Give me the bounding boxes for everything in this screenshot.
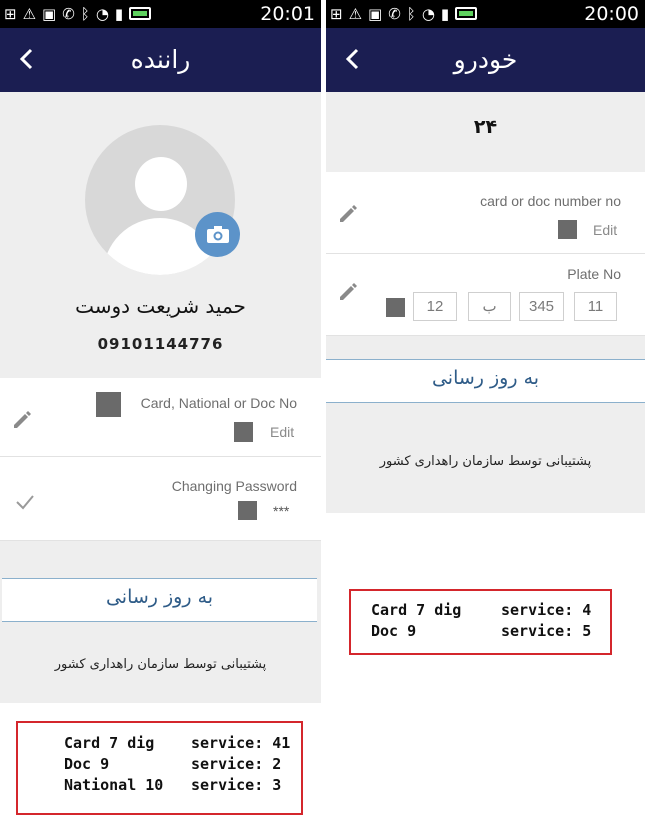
update-button[interactable]: به روز رسانی bbox=[2, 578, 317, 622]
plate-field-1[interactable]: 11 bbox=[574, 292, 617, 321]
edit-pencil-icon[interactable] bbox=[337, 202, 359, 224]
note-left: National 10 bbox=[64, 776, 164, 794]
plate-row-label: Plate No bbox=[567, 266, 621, 282]
note-left: Card 7 dig bbox=[371, 601, 462, 619]
note-left: Doc 9 bbox=[64, 755, 110, 773]
card-doc-row[interactable]: card or doc number no Edit bbox=[326, 172, 645, 254]
vehicle-header: ۲۴ bbox=[326, 92, 645, 172]
footer-area: به روز رسانی پشتیبانی توسط سازمان راهدار… bbox=[326, 336, 645, 513]
plate-row[interactable]: Plate No 12 ب 345 11 bbox=[326, 254, 645, 336]
wifi-icon: ◔ bbox=[421, 5, 435, 23]
support-text: پشتیبانی توسط سازمان راهداری کشور bbox=[54, 657, 267, 672]
camera-icon bbox=[206, 225, 229, 243]
note-right: service: 3 bbox=[191, 776, 282, 794]
phone-icon: ✆ bbox=[62, 5, 75, 23]
note-right: service: 41 bbox=[191, 734, 291, 752]
status-icons: ⊞ ⚠ ▣ ✆ ᛒ ◔ ▮ bbox=[4, 5, 152, 23]
bluetooth-icon: ᛒ bbox=[80, 5, 90, 23]
driver-screen: ⊞ ⚠ ▣ ✆ ᛒ ◔ ▮ 20:01 راننده حمید شریعت دو… bbox=[0, 0, 321, 833]
update-button[interactable]: به روز رسانی bbox=[326, 359, 645, 403]
plus-icon: ⊞ bbox=[4, 5, 17, 23]
update-label: به روز رسانی bbox=[105, 586, 214, 608]
plate-field-2[interactable]: 345 bbox=[519, 292, 564, 321]
masked-value bbox=[234, 422, 253, 442]
chevron-left-icon bbox=[345, 48, 359, 70]
footer-area: به روز رسانی پشتیبانی توسط سازمان راهدار… bbox=[0, 541, 321, 703]
driver-phone: 09101144776 bbox=[97, 335, 224, 353]
page-title: خودرو bbox=[453, 45, 518, 74]
plus-icon: ⊞ bbox=[330, 5, 343, 23]
bluetooth-icon: ᛒ bbox=[406, 5, 416, 23]
update-label: به روز رسانی bbox=[431, 367, 540, 389]
toolbar: خودرو bbox=[326, 28, 645, 92]
card-row-label: Card, National or Doc No bbox=[140, 395, 297, 411]
note-left: Card 7 dig bbox=[64, 734, 155, 752]
chevron-left-icon bbox=[19, 48, 33, 70]
annotation-box: Card 7 dig service: 41 Doc 9 service: 2 … bbox=[16, 721, 303, 815]
password-row[interactable]: Changing Password *** bbox=[0, 457, 321, 541]
plate-field-3[interactable]: ب bbox=[468, 292, 511, 321]
edit-pencil-icon[interactable] bbox=[337, 280, 359, 302]
edit-pencil-icon[interactable] bbox=[11, 408, 33, 430]
vehicle-screen: ⊞ ⚠ ▣ ✆ ᛒ ◔ ▮ 20:00 خودرو ۲۴ card or doc… bbox=[326, 0, 645, 833]
back-button[interactable] bbox=[338, 42, 366, 76]
image-icon: ▣ bbox=[368, 5, 383, 23]
avatar-head bbox=[135, 157, 187, 211]
status-bar: ⊞ ⚠ ▣ ✆ ᛒ ◔ ▮ 20:01 bbox=[0, 0, 321, 28]
battery-icon bbox=[129, 7, 152, 20]
edit-link[interactable]: Edit bbox=[270, 424, 294, 440]
support-text: پشتیبانی توسط سازمان راهداری کشور bbox=[379, 454, 592, 469]
page-title: راننده bbox=[130, 45, 191, 74]
vehicle-number: ۲۴ bbox=[473, 116, 498, 138]
signal-icon: ▮ bbox=[114, 5, 124, 23]
check-icon bbox=[16, 495, 34, 510]
status-time: 20:01 bbox=[260, 3, 315, 25]
profile-header: حمید شریعت دوست 09101144776 bbox=[0, 92, 321, 378]
toolbar: راننده bbox=[0, 28, 321, 92]
image-icon: ▣ bbox=[42, 5, 57, 23]
phone-icon: ✆ bbox=[388, 5, 401, 23]
back-button[interactable] bbox=[12, 42, 40, 76]
card-row-label: card or doc number no bbox=[480, 193, 621, 209]
battery-icon bbox=[455, 7, 478, 20]
note-left: Doc 9 bbox=[371, 622, 417, 640]
warning-icon: ⚠ bbox=[22, 5, 37, 23]
driver-name: حمید شریعت دوست bbox=[75, 294, 246, 318]
note-right: service: 2 bbox=[191, 755, 282, 773]
password-value: *** bbox=[273, 503, 290, 519]
masked-value bbox=[386, 298, 405, 317]
masked-value bbox=[96, 392, 121, 417]
masked-value bbox=[558, 220, 577, 239]
signal-icon: ▮ bbox=[440, 5, 450, 23]
plate-field-4[interactable]: 12 bbox=[413, 292, 457, 321]
wifi-icon: ◔ bbox=[95, 5, 109, 23]
annotation-box: Card 7 dig service: 4 Doc 9 service: 5 bbox=[349, 589, 612, 655]
edit-link[interactable]: Edit bbox=[593, 222, 617, 238]
status-bar: ⊞ ⚠ ▣ ✆ ᛒ ◔ ▮ 20:00 bbox=[326, 0, 645, 28]
card-number-row[interactable]: Card, National or Doc No Edit bbox=[0, 378, 321, 457]
warning-icon: ⚠ bbox=[348, 5, 363, 23]
change-photo-button[interactable] bbox=[195, 212, 240, 257]
note-right: service: 4 bbox=[501, 601, 592, 619]
status-icons: ⊞ ⚠ ▣ ✆ ᛒ ◔ ▮ bbox=[330, 5, 478, 23]
password-row-label: Changing Password bbox=[171, 478, 297, 494]
note-right: service: 5 bbox=[501, 622, 592, 640]
status-time: 20:00 bbox=[584, 3, 639, 25]
masked-value bbox=[238, 501, 257, 520]
